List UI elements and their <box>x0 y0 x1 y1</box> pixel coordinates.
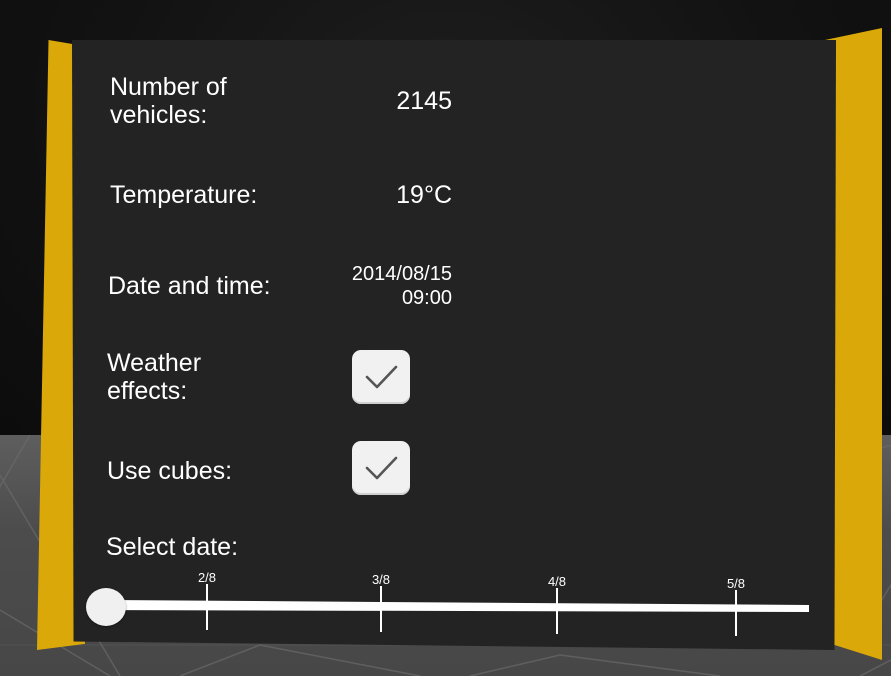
datetime-value: 2014/08/15 09:00 <box>351 263 452 309</box>
slider-tick <box>380 586 382 632</box>
vr-scene: Number of vehicles: 2145 Temperature: 19… <box>0 0 891 676</box>
datetime-label: Date and time: <box>108 272 271 300</box>
checkmark-icon <box>365 456 398 480</box>
date-slider-handle[interactable] <box>86 588 126 626</box>
checkmark-icon <box>365 365 398 389</box>
slider-tick-label: 5/8 <box>726 576 746 591</box>
weather-effects-checkbox[interactable] <box>352 350 410 404</box>
slider-tick <box>556 588 558 634</box>
vehicles-value: 2145 <box>396 87 452 115</box>
temperature-label: Temperature: <box>110 181 258 209</box>
slider-tick <box>206 584 208 630</box>
use-cubes-label: Use cubes: <box>107 457 233 485</box>
temperature-value: 19°C <box>396 181 452 209</box>
slider-tick-label: 4/8 <box>547 574 567 589</box>
use-cubes-checkbox[interactable] <box>352 441 410 495</box>
select-date-label: Select date: <box>106 533 239 561</box>
vehicles-label: Number of vehicles: <box>110 73 227 129</box>
slider-tick-label: 3/8 <box>371 572 391 587</box>
slider-tick <box>735 590 737 636</box>
slider-tick-label: 2/8 <box>197 570 217 585</box>
weather-effects-label: Weather effects: <box>107 349 202 405</box>
